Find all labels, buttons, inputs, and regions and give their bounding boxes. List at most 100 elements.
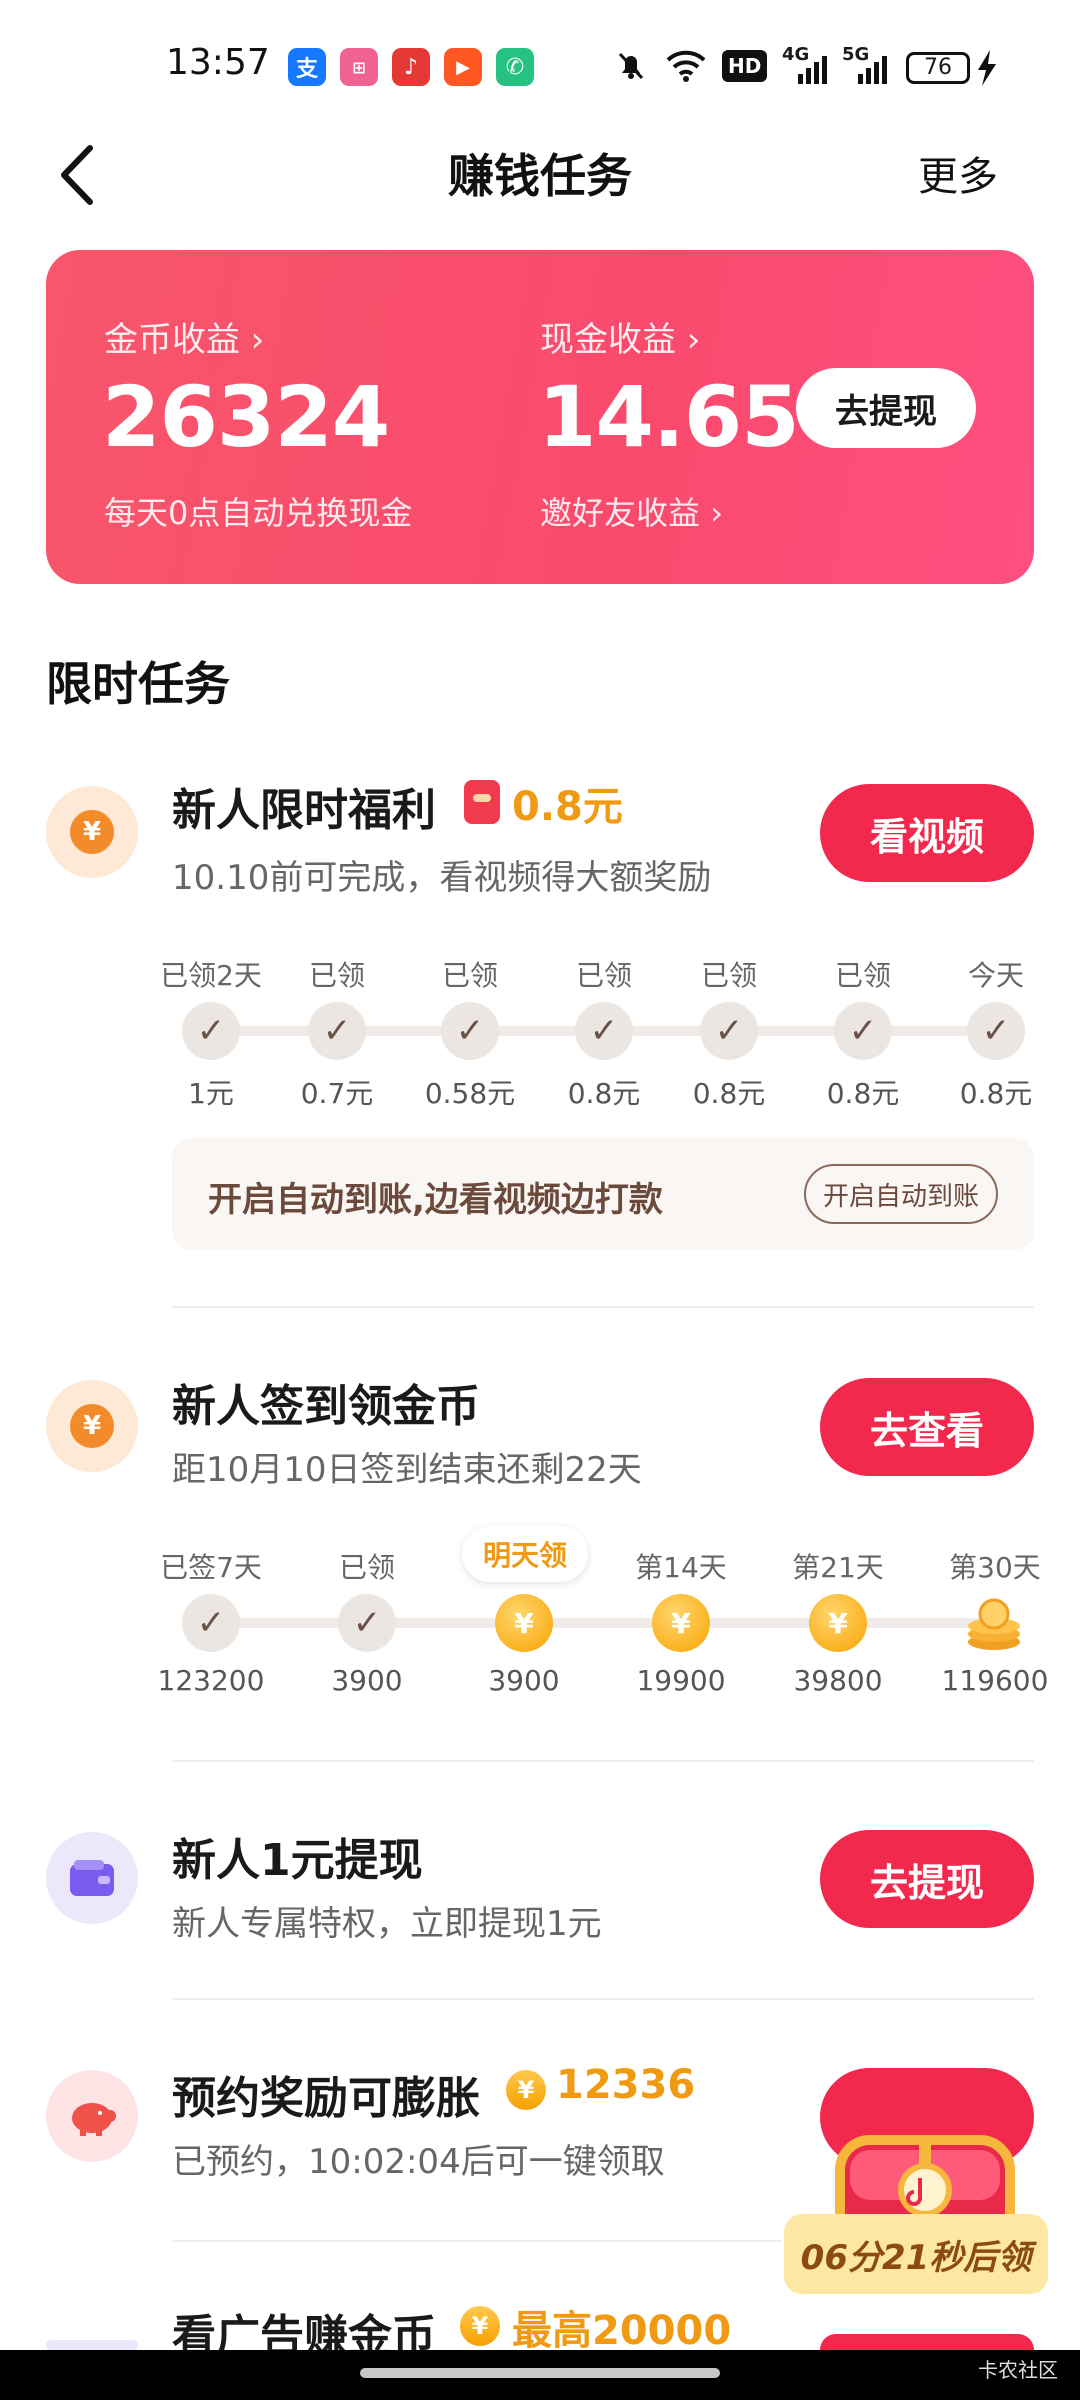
auto-payout-text: 开启自动到账,边看视频边打款 — [208, 1180, 663, 1220]
watch-video-button[interactable]: 看视频 — [820, 784, 1034, 882]
task5-button[interactable] — [820, 2334, 1034, 2350]
cash-earnings-label: 现金收益 — [540, 320, 676, 360]
task3-subtitle: 新人专属特权，立即提现1元 — [172, 1904, 602, 1944]
section-title: 限时任务 — [46, 657, 230, 711]
cash-earnings-link[interactable]: 现金收益 › — [540, 312, 700, 361]
coin-icon: ¥ — [809, 1594, 867, 1652]
check-icon: ✓ — [441, 1002, 499, 1060]
step-amount: 1元 — [188, 1077, 234, 1110]
step-label: 第21天 — [792, 1551, 884, 1584]
step-amount: 123200 — [157, 1664, 265, 1697]
check-icon: ✓ — [338, 1594, 396, 1652]
step-label: 第30天 — [949, 1551, 1041, 1584]
step-label: 已领 — [441, 959, 498, 992]
task1-subtitle: 10.10前可完成，看视频得大额奖励 — [172, 858, 712, 898]
yuan-coin-icon: ¥ — [46, 786, 138, 878]
chevron-right-icon: › — [676, 320, 701, 360]
withdraw-1yuan-button[interactable]: 去提现 — [820, 1830, 1034, 1928]
step-amount: 0.7元 — [300, 1077, 374, 1110]
status-time: 13:57 — [166, 42, 270, 83]
coin-earnings-note: 每天0点自动兑换现金 — [104, 494, 413, 532]
step-label: 今天 — [967, 959, 1024, 992]
wallet-icon — [46, 1832, 138, 1924]
countdown-badge[interactable]: 06分21秒后领 — [784, 2214, 1048, 2294]
task1-title: 新人限时福利 — [172, 785, 436, 836]
coin-stack-icon — [964, 1596, 1024, 1652]
charging-icon — [976, 50, 998, 86]
video-app-icon: ▶ — [444, 48, 482, 86]
step-label: 已领 — [834, 959, 891, 992]
coin-icon: ¥ — [460, 2306, 500, 2346]
screen: { "status_bar": { "time": "13:57", "apps… — [0, 0, 1080, 2400]
divider — [172, 2240, 782, 2242]
step-label: 已签7天 — [160, 1551, 262, 1584]
divider — [172, 1998, 1034, 2000]
task1-reward: 0.8元 — [512, 784, 623, 830]
music-app-icon: ♪ — [392, 48, 430, 86]
chevron-right-icon: › — [700, 494, 723, 532]
step-amount: 0.8元 — [959, 1077, 1033, 1110]
cash-earnings-value: 14.65 — [538, 368, 800, 466]
red-packet-icon — [464, 780, 500, 824]
enable-auto-payout-button[interactable]: 开启自动到账 — [804, 1164, 998, 1224]
mute-icon — [612, 46, 650, 84]
step-label: 第14天 — [635, 1551, 727, 1584]
coin-icon: ¥ — [652, 1594, 710, 1652]
signal-icon-2 — [842, 56, 888, 84]
home-handle[interactable] — [360, 2368, 720, 2378]
task2-title: 新人签到领金币 — [172, 1381, 480, 1432]
piggy-bank-icon — [46, 2070, 138, 2162]
watermark: 卡农社区 — [978, 2358, 1058, 2382]
coin-earnings-link[interactable]: 金币收益 › — [104, 312, 264, 361]
yuan-coin-icon: ¥ — [46, 1380, 138, 1472]
task4-subtitle: 已预约，10:02:04后可一键领取 — [172, 2142, 665, 2182]
step-amount: 0.8元 — [692, 1077, 766, 1110]
check-icon: ✓ — [700, 1002, 758, 1060]
alipay-icon: 支 — [288, 48, 326, 86]
step-amount: 3900 — [331, 1664, 403, 1697]
auto-payout-banner: 开启自动到账,边看视频边打款 开启自动到账 — [172, 1138, 1034, 1250]
chevron-right-icon: › — [240, 320, 265, 360]
step-label: 已领2天 — [160, 959, 262, 992]
step-label: 已领 — [575, 959, 632, 992]
phone-app-icon: ✆ — [496, 48, 534, 86]
step-amount: 19900 — [636, 1664, 726, 1697]
task5-reward: 最高20000 — [512, 2308, 732, 2354]
step-amount: 119600 — [941, 1664, 1049, 1697]
step-amount: 0.8元 — [567, 1077, 641, 1110]
task4-reward: 12336 — [556, 2062, 696, 2108]
check-icon: ✓ — [575, 1002, 633, 1060]
check-icon: ✓ — [967, 1002, 1025, 1060]
app-icon-pink: ⊞ — [340, 48, 378, 86]
coin-earnings-label: 金币收益 — [104, 320, 240, 360]
step-amount: 39800 — [793, 1664, 883, 1697]
check-icon: ✓ — [182, 1594, 240, 1652]
step-amount: 0.58元 — [424, 1077, 516, 1110]
step-label: 已领 — [308, 959, 365, 992]
invite-earnings-label: 邀好友收益 — [540, 494, 701, 532]
signal-icon — [782, 56, 828, 84]
ad-task-icon — [46, 2340, 138, 2350]
invite-earnings-link[interactable]: 邀好友收益 › — [540, 488, 723, 534]
divider — [172, 1760, 1034, 1762]
step-label: 已领 — [700, 959, 757, 992]
coin-icon: ¥ — [495, 1594, 553, 1652]
divider — [172, 1306, 1034, 1308]
more-button[interactable]: 更多 — [918, 144, 998, 202]
task4-title: 预约奖励可膨胀 — [172, 2073, 480, 2124]
task2-subtitle: 距10月10日签到结束还剩22天 — [172, 1450, 642, 1490]
hd-badge: HD — [722, 50, 768, 82]
view-checkin-button[interactable]: 去查看 — [820, 1378, 1034, 1476]
coin-icon: ¥ — [506, 2070, 546, 2110]
step-amount: 3900 — [488, 1664, 560, 1697]
step-amount: 0.8元 — [826, 1077, 900, 1110]
task3-title: 新人1元提现 — [172, 1835, 423, 1886]
check-icon: ✓ — [182, 1002, 240, 1060]
withdraw-button[interactable]: 去提现 — [796, 368, 976, 448]
wifi-icon — [664, 46, 708, 84]
tomorrow-claim-badge: 明天领 — [462, 1526, 588, 1582]
coin-earnings-value: 26324 — [102, 368, 390, 466]
step-label: 已领 — [338, 1551, 395, 1584]
progress-track — [210, 1618, 996, 1628]
check-icon: ✓ — [834, 1002, 892, 1060]
